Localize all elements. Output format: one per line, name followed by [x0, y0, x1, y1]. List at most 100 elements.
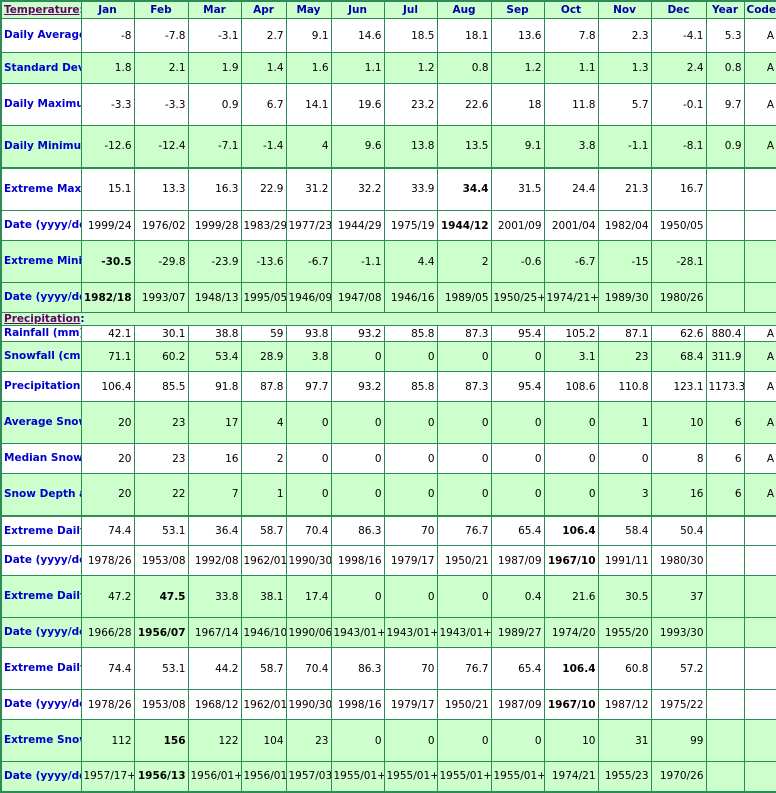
- table-row: Daily Minimum (°C)-12.6-12.4-7.1-1.449.6…: [0, 125, 776, 168]
- code-value: [743, 689, 776, 720]
- cell-value: 95.4: [490, 371, 545, 402]
- cell-value: 1943/01+: [330, 617, 385, 648]
- cell-value: 0: [436, 341, 492, 372]
- temperature-link[interactable]: Temperature: [4, 4, 80, 16]
- cell-value: 22.6: [436, 83, 492, 126]
- cell-value: 1944/29: [330, 210, 385, 241]
- code-value: [743, 240, 776, 283]
- cell-value: 1967/10: [543, 689, 599, 720]
- cell-value: 0: [383, 473, 438, 516]
- cell-value: 18: [490, 83, 545, 126]
- code-value: A: [743, 443, 776, 474]
- cell-value: 86.3: [330, 514, 385, 546]
- cell-value: 4.4: [383, 240, 438, 283]
- table-row: Precipitation (mm)106.485.591.887.897.79…: [0, 371, 776, 402]
- cell-value: 24.4: [543, 166, 599, 211]
- cell-value: 1992/08: [187, 545, 242, 576]
- table-row: Extreme Daily Precipitation (mm)74.453.1…: [0, 647, 776, 690]
- cell-value: 1.6: [285, 52, 332, 84]
- year-value: 6: [705, 473, 745, 516]
- cell-value: 1993/07: [133, 282, 189, 313]
- year-value: 6: [705, 443, 745, 474]
- cell-value: 13.5: [436, 125, 492, 168]
- cell-value: 2: [436, 240, 492, 283]
- cell-value: 1993/30: [650, 617, 707, 648]
- table-row: Extreme Daily Rainfall (mm)74.453.136.45…: [0, 514, 776, 546]
- year-value: 1173.3: [705, 371, 745, 402]
- cell-value: 65.4: [490, 514, 545, 546]
- cell-value: 85.8: [383, 371, 438, 402]
- cell-value: 53.1: [133, 514, 189, 546]
- cell-value: 50.4: [650, 514, 707, 546]
- cell-value: -15: [597, 240, 652, 283]
- month-header: Aug: [436, 0, 492, 19]
- cell-value: 22: [133, 473, 189, 516]
- cell-value: 0: [285, 401, 332, 444]
- cell-value: 1950/05: [650, 210, 707, 241]
- cell-value: 1979/17: [383, 545, 438, 576]
- table-row: Date (yyyy/dd)1978/261953/081992/081962/…: [0, 545, 776, 576]
- precipitation-link[interactable]: Precipitation: [4, 314, 80, 325]
- cell-value: 0: [490, 719, 545, 762]
- cell-value: 1975/19: [383, 210, 438, 241]
- temperature-rows: Daily Average (°C)-8-7.8-3.12.79.114.618…: [0, 18, 776, 313]
- year-value: 5.3: [705, 18, 745, 53]
- row-label: Extreme Daily Rainfall (mm): [0, 514, 82, 546]
- cell-value: 31.5: [490, 166, 545, 211]
- header-row: Temperature: Jan Feb Mar Apr May Jun Jul…: [0, 0, 776, 19]
- cell-value: 86.3: [330, 647, 385, 690]
- month-header: Mar: [187, 0, 242, 19]
- row-label: Daily Minimum (°C): [0, 125, 82, 168]
- code-value: [743, 647, 776, 690]
- cell-value: 1946/09: [285, 282, 332, 313]
- row-label: Daily Average (°C): [0, 18, 82, 53]
- code-value: [743, 575, 776, 618]
- cell-value: 1982/18: [80, 282, 135, 313]
- table-row: Extreme Snow Depth (cm)11215612210423000…: [0, 719, 776, 762]
- cell-value: 104: [240, 719, 287, 762]
- cell-value: -28.1: [650, 240, 707, 283]
- cell-value: 91.8: [187, 371, 242, 402]
- cell-value: 0: [490, 401, 545, 444]
- row-label: Date (yyyy/dd): [0, 282, 82, 313]
- cell-value: 1956/01+: [187, 761, 242, 792]
- cell-value: 99: [650, 719, 707, 762]
- cell-value: 33.9: [383, 166, 438, 211]
- cell-value: 65.4: [490, 647, 545, 690]
- cell-value: 1976/02: [133, 210, 189, 241]
- cell-value: 21.3: [597, 166, 652, 211]
- cell-value: 93.2: [330, 325, 385, 342]
- row-label: Standard Deviation: [0, 52, 82, 84]
- code-value: [743, 761, 776, 792]
- cell-value: 1956/01: [240, 761, 287, 792]
- year-value: [705, 210, 745, 241]
- year-value: 0.9: [705, 125, 745, 168]
- cell-value: 1995/05: [240, 282, 287, 313]
- cell-value: 0: [436, 443, 492, 474]
- cell-value: 1.1: [330, 52, 385, 84]
- cell-value: 9.6: [330, 125, 385, 168]
- cell-value: 1.3: [597, 52, 652, 84]
- cell-value: 1962/01: [240, 689, 287, 720]
- cell-value: 23.2: [383, 83, 438, 126]
- cell-value: 110.8: [597, 371, 652, 402]
- cell-value: 1.2: [490, 52, 545, 84]
- cell-value: 87.3: [436, 371, 492, 402]
- month-header: Jun: [330, 0, 385, 19]
- cell-value: 16: [650, 473, 707, 516]
- cell-value: 1.8: [80, 52, 135, 84]
- cell-value: 20: [80, 401, 135, 444]
- cell-value: 106.4: [80, 371, 135, 402]
- code-value: A: [743, 125, 776, 168]
- cell-value: 23: [285, 719, 332, 762]
- cell-value: 122: [187, 719, 242, 762]
- cell-value: -3.1: [187, 18, 242, 53]
- cell-value: 1.9: [187, 52, 242, 84]
- cell-value: 23: [133, 443, 189, 474]
- cell-value: 1987/09: [490, 689, 545, 720]
- cell-value: 1950/21: [436, 545, 492, 576]
- cell-value: 1990/30: [285, 689, 332, 720]
- year-value: [705, 514, 745, 546]
- cell-value: 57.2: [650, 647, 707, 690]
- cell-value: 14.6: [330, 18, 385, 53]
